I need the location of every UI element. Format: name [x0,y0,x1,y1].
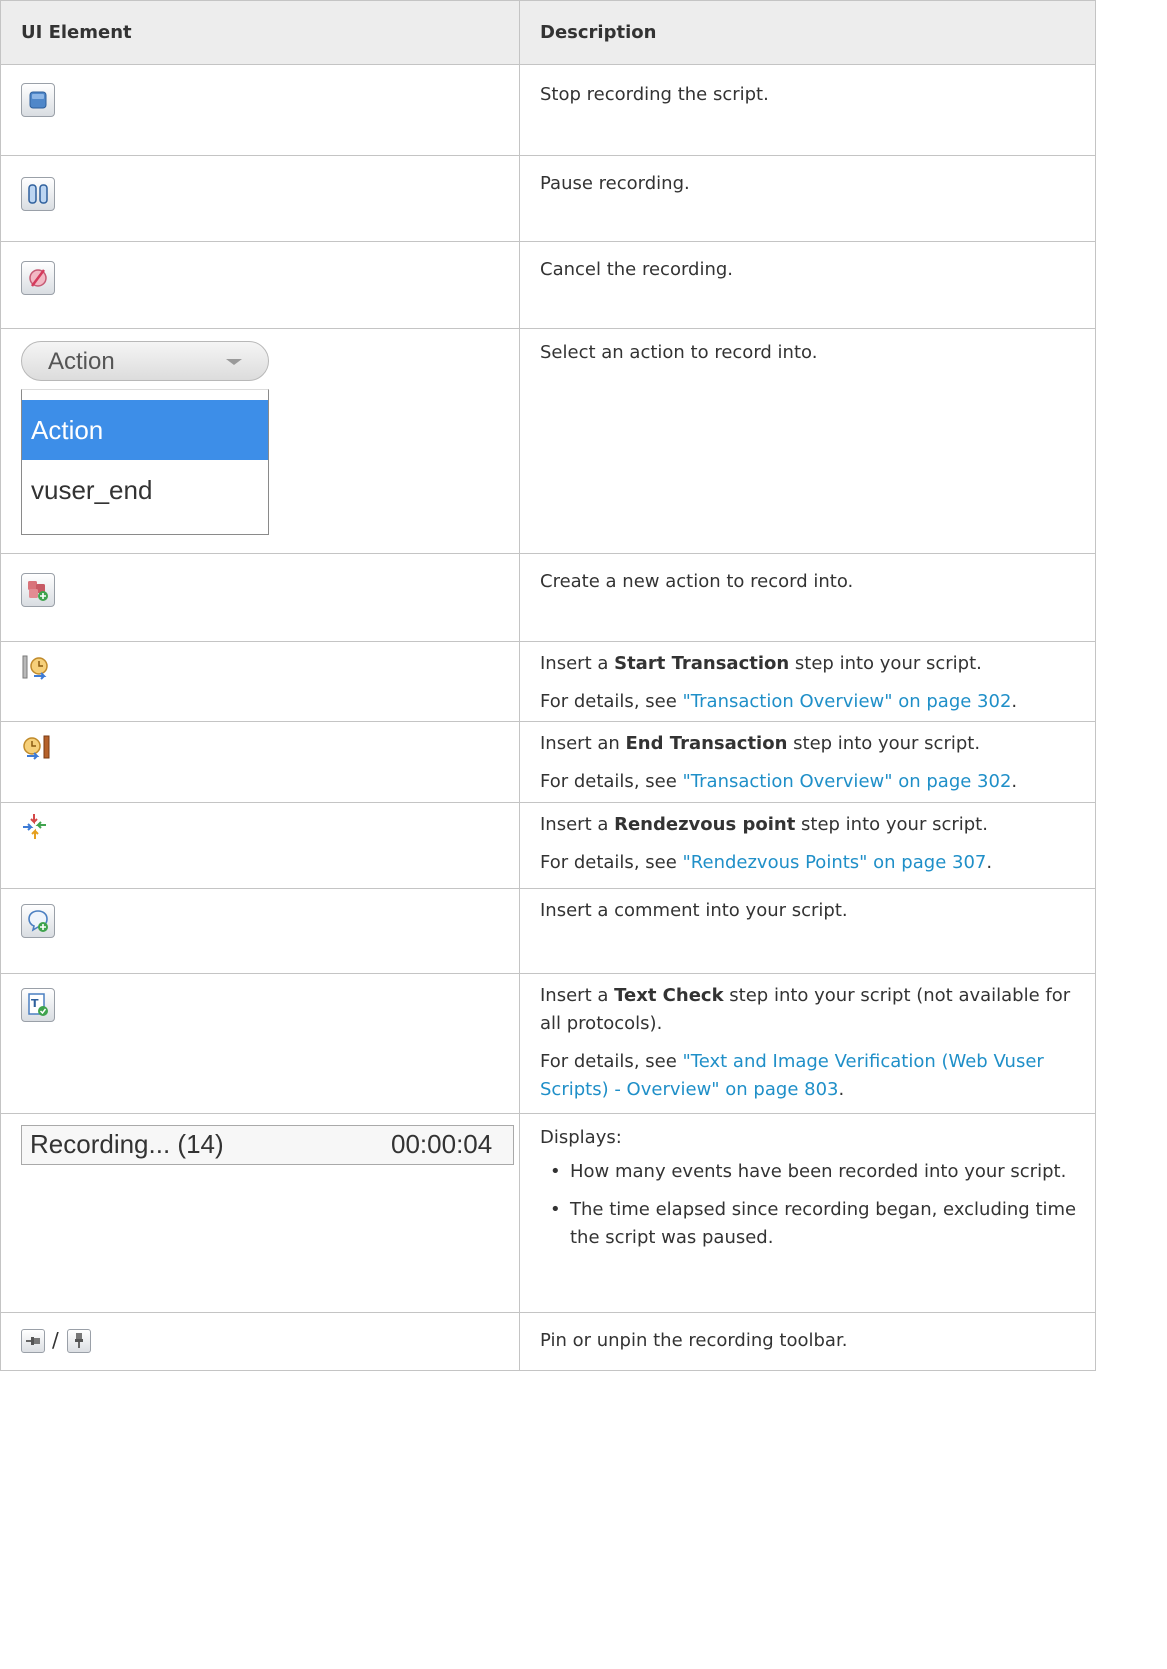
text-span: . [838,1079,845,1100]
pause-button[interactable] [21,177,55,211]
row-description: Stop recording the script. [540,84,769,105]
text-span: For details, see [540,1051,683,1072]
table-row: Create a new action to record into. [0,553,1096,642]
unpin-icon [75,1333,83,1348]
table-row: Pause recording. [0,155,1096,242]
chevron-down-icon [226,359,242,365]
action-dropdown-value: Action [48,348,115,375]
cancel-recording-icon [29,269,47,287]
table-header-row: UI Element Description [0,0,1096,65]
dropdown-option[interactable]: vuser_end [22,462,268,518]
dropdown-option-selected[interactable]: Action [22,400,268,460]
stop-icon [29,91,47,109]
text-span: step into your script. [795,814,988,835]
bold-term: Text Check [614,985,724,1006]
table-row: Cancel the recording. [0,241,1096,329]
text-span: step into your script. [787,733,981,754]
bullet-list: How many events have been recorded into … [540,1158,1079,1252]
table-row: Action Action vuser_end Select an action… [0,328,1096,554]
row-description: Displays: [540,1127,622,1148]
cross-reference-link[interactable]: "Transaction Overview" on page 302 [683,771,1012,792]
action-dropdown[interactable]: Action [21,341,269,381]
row-description: Pin or unpin the recording toolbar. [540,1330,848,1351]
elapsed-time: 00:00:04 [391,1129,493,1159]
pin-separator: / [52,1328,59,1352]
table-row: Insert an End Transaction step into your… [0,721,1096,803]
action-dropdown-list: Action vuser_end [21,389,269,535]
recording-count: Recording... (14) [30,1129,224,1159]
text-span: For details, see [540,691,683,712]
cancel-recording-button[interactable] [21,261,55,295]
text-span: . [986,852,993,873]
pause-icon [28,184,48,204]
table-row: / Pin or unpin the recording toolbar. [0,1312,1096,1371]
cross-reference-link[interactable]: "Rendezvous Points" on page 307 [683,852,987,873]
text-check-button[interactable]: T [21,988,55,1022]
header-description: Description [519,0,1096,65]
bold-term: Start Transaction [614,653,790,674]
text-span: . [1011,771,1018,792]
pin-button[interactable] [21,1329,45,1353]
row-description: Cancel the recording. [540,259,734,280]
table-row: Recording... (14) 00:00:04 Displays: How… [0,1113,1096,1313]
table-row: Insert a Start Transaction step into you… [0,641,1096,722]
row-description: Pause recording. [540,173,690,194]
bold-term: Rendezvous point [614,814,796,835]
unpin-button[interactable] [67,1329,91,1353]
pin-icon [26,1337,40,1345]
list-item: How many events have been recorded into … [540,1158,1079,1186]
rendezvous-icon[interactable] [22,813,50,841]
start-transaction-icon[interactable] [22,654,52,682]
table-row: Stop recording the script. [0,64,1096,156]
row-description: Insert a comment into your script. [540,900,848,921]
text-span: Insert an [540,733,626,754]
row-description: Select an action to record into. [540,342,818,363]
insert-comment-button[interactable] [21,904,55,938]
end-transaction-icon[interactable] [22,734,52,762]
text-check-icon: T [28,993,48,1016]
text-span: Insert a [540,814,615,835]
new-action-icon [28,581,48,601]
svg-text:T: T [31,997,39,1010]
table-row: T Insert a Text Check step into your scr… [0,973,1096,1114]
cross-reference-link[interactable]: "Transaction Overview" on page 302 [683,691,1012,712]
text-span: step into your script. [789,653,982,674]
ui-element-table: UI Element Description Stop recording th… [0,0,1096,1371]
header-ui-element: UI Element [0,0,520,65]
row-description: Create a new action to record into. [540,571,854,592]
list-item: The time elapsed since recording began, … [540,1196,1079,1252]
text-span: For details, see [540,771,683,792]
text-span: Insert a [540,985,615,1006]
table-row: Insert a comment into your script. [0,888,1096,974]
recording-status-field: Recording... (14) 00:00:04 [21,1125,514,1165]
text-span: For details, see [540,852,683,873]
text-span: . [1011,691,1018,712]
new-action-button[interactable] [21,573,55,607]
stop-button[interactable] [21,83,55,117]
bold-term: End Transaction [625,733,788,754]
text-span: Insert a [540,653,615,674]
comment-icon [28,910,48,932]
table-row: Insert a Rendezvous point step into your… [0,802,1096,889]
